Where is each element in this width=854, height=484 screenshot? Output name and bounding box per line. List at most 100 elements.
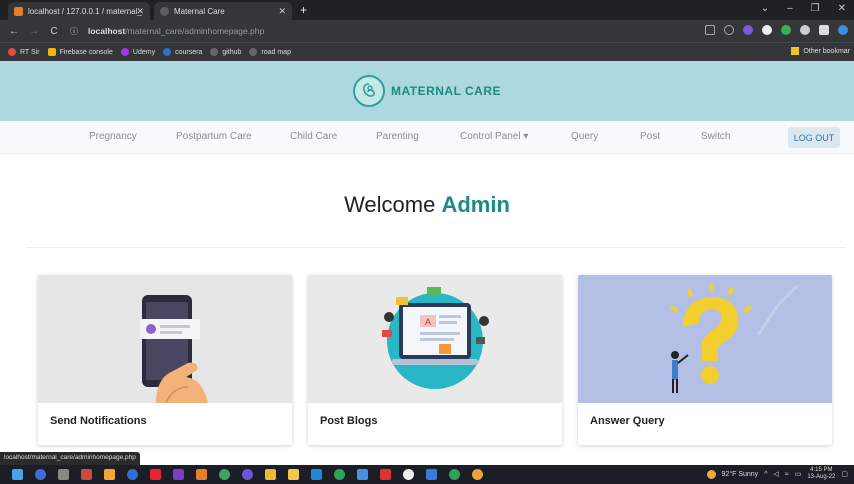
address-bar: ← → C ⓘ localhost/maternal_care/adminhom… [0,20,854,42]
windows-start-icon[interactable] [12,469,23,480]
puzzle-icon[interactable] [800,25,810,35]
app-icon[interactable] [426,469,437,480]
card-send-notifications[interactable]: Send Notifications [38,275,292,445]
nav-post[interactable]: Post [640,131,660,142]
app-icon[interactable] [357,469,368,480]
chrome-icon[interactable] [472,469,483,480]
nav-parenting[interactable]: Parenting [376,131,419,142]
nav-control-panel[interactable]: Control Panel ▾ [460,131,528,142]
battery-icon[interactable]: ▭ [795,470,802,478]
app-icon[interactable] [81,469,92,480]
search-icon[interactable] [35,469,46,480]
url-path: /maternal_care/adminhomepage.php [125,26,265,36]
nav-postpartum-care[interactable]: Postpartum Care [176,131,252,142]
chevron-down-icon[interactable]: ⌄ [761,3,769,14]
globe-icon [249,48,258,56]
weather-icon[interactable] [706,469,716,479]
page-title: Welcome Admin [344,192,510,217]
card-post-blogs[interactable]: A Post Blogs [308,275,562,445]
back-icon[interactable]: ← [8,26,20,37]
chrome-icon[interactable] [334,469,345,480]
weather-text[interactable]: 92°F Sunny [722,471,759,478]
system-tray: 92°F Sunny ^ ◁ ≈ ▭ 4:15 PM 13-Aug-22 ▢ [706,467,848,481]
close-icon[interactable]: ✕ [278,6,286,17]
sidebar-icon[interactable] [819,25,829,35]
file-explorer-icon[interactable] [288,469,299,480]
bookmark-item[interactable]: github [210,48,241,56]
tab-label: Maternal Care [174,6,225,16]
query-illustration [578,275,832,403]
globe-icon [160,6,169,16]
close-icon[interactable]: ✕ [136,6,144,17]
status-url: localhost/maternal_care/adminhomepage.ph… [0,452,140,465]
app-icon[interactable] [104,469,115,480]
clock[interactable]: 4:15 PM 13-Aug-22 [807,467,835,481]
tab-maternal-care[interactable]: Maternal Care ✕ [154,2,292,20]
close-window-icon[interactable]: ✕ [838,3,846,14]
app-icon[interactable] [127,469,138,480]
logout-button[interactable]: LOG OUT [788,127,840,148]
phpmyadmin-icon [14,6,23,16]
chrome-icon[interactable] [219,469,230,480]
coursera-icon [163,48,172,56]
info-icon[interactable]: ⓘ [68,26,80,37]
brand-name[interactable]: MATERNAL CARE [391,84,501,98]
extension-icon[interactable] [762,25,772,35]
speaker-icon[interactable]: ◁ [773,470,778,478]
profile-icon[interactable] [838,25,848,35]
site-header: MATERNAL CARE [0,61,854,121]
nav-pregnancy[interactable]: Pregnancy [89,131,137,142]
tab-phpmyadmin[interactable]: localhost / 127.0.0.1 / maternal_ ✕ [8,2,150,20]
vscode-icon[interactable] [311,469,322,480]
admin-name: Admin [441,192,510,217]
card-title: Send Notifications [50,415,147,427]
star-icon[interactable] [724,25,734,35]
bookmarks-bar: RT Sir Firebase console Udemy coursera g… [0,42,854,61]
bookmark-item[interactable]: RT Sir [8,48,40,56]
bookmark-item[interactable]: coursera [163,48,202,56]
share-icon[interactable] [705,25,715,35]
minimize-icon[interactable]: – [787,3,793,14]
card-title: Post Blogs [320,415,378,427]
wifi-icon[interactable]: ≈ [785,471,789,478]
maximize-icon[interactable]: ❐ [811,3,820,14]
app-icon[interactable] [242,469,253,480]
other-bookmarks[interactable]: Other bookmar [791,47,850,55]
bookmark-item[interactable]: Udemy [120,48,155,56]
nav-child-care[interactable]: Child Care [290,131,337,142]
new-tab-icon[interactable]: + [300,2,307,20]
extension-icon[interactable] [781,25,791,35]
notification-illustration [38,275,292,404]
task-view-icon[interactable] [58,469,69,480]
bookmark-item[interactable]: road map [249,48,291,56]
nav-query[interactable]: Query [571,131,598,142]
reload-icon[interactable]: C [48,26,60,37]
acrobat-icon[interactable] [380,469,391,480]
folder-icon [791,47,800,55]
bookmark-item[interactable]: Firebase console [47,48,113,56]
card-answer-query[interactable]: Answer Query [578,275,832,445]
udemy-icon [120,48,129,56]
blog-illustration: A [308,275,562,403]
card-title: Answer Query [590,415,665,427]
app-icon[interactable] [173,469,184,480]
app-icon[interactable] [403,469,414,480]
svg-text:A: A [425,317,431,327]
url-field[interactable]: localhost/maternal_care/adminhomepage.ph… [88,26,264,36]
app-icon[interactable] [265,469,276,480]
chevron-up-icon[interactable]: ^ [764,471,767,478]
browser-tab-bar: localhost / 127.0.0.1 / maternal_ ✕ Mate… [0,0,854,20]
logo-icon[interactable] [352,75,385,107]
forward-icon[interactable]: → [28,26,40,37]
bookmark-icon [8,48,16,56]
taskbar: 92°F Sunny ^ ◁ ≈ ▭ 4:15 PM 13-Aug-22 ▢ [0,465,854,484]
firebase-icon [47,48,56,56]
nav-switch[interactable]: Switch [701,131,730,142]
app-icon[interactable] [150,469,161,480]
extension-icon[interactable] [743,25,753,35]
window-controls: ⌄ – ❐ ✕ [761,3,846,14]
app-icon[interactable] [196,469,207,480]
chrome-icon[interactable] [449,469,460,480]
globe-icon [210,48,219,56]
notification-icon[interactable]: ▢ [841,470,848,478]
